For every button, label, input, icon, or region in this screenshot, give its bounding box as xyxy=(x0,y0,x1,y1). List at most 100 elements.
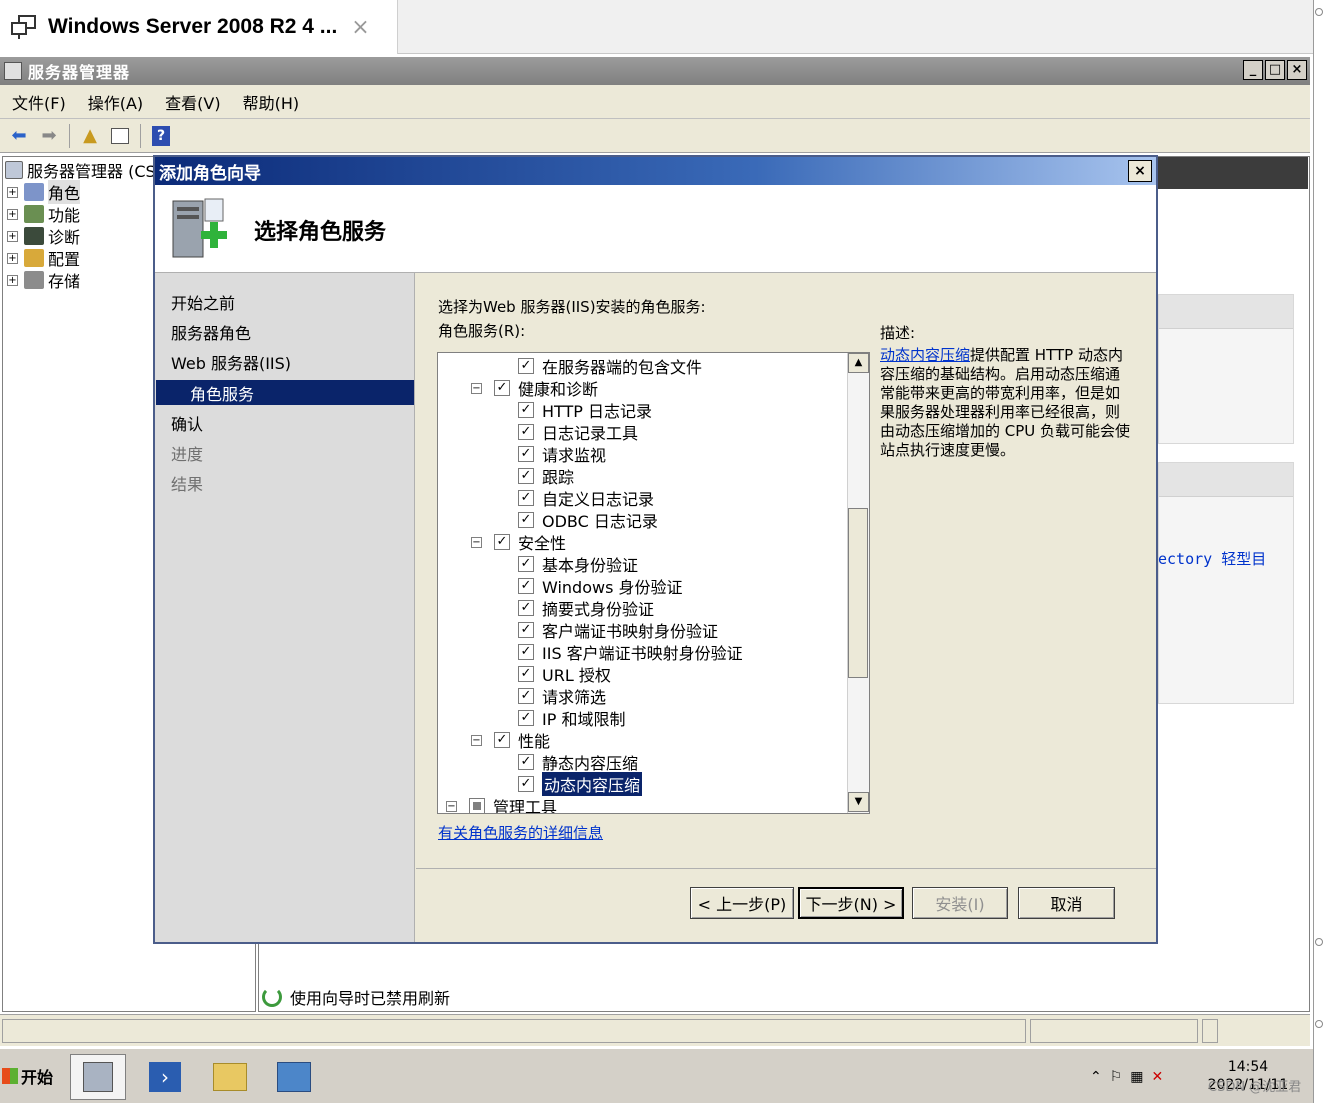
expand-icon[interactable]: + xyxy=(7,208,18,220)
show-hide-tree-icon[interactable] xyxy=(107,123,133,149)
checkbox[interactable]: ✓ xyxy=(518,578,534,594)
expand-icon[interactable]: + xyxy=(7,252,18,264)
taskbar-powershell[interactable]: › xyxy=(137,1054,193,1100)
scroll-thumb[interactable] xyxy=(848,508,868,678)
nav-server-roles[interactable]: 服务器角色 xyxy=(171,320,251,344)
checkbox[interactable]: ✓ xyxy=(518,424,534,440)
network-icon[interactable]: ▦ xyxy=(1130,1069,1143,1085)
taskbar-explorer[interactable] xyxy=(202,1054,258,1100)
status-panel xyxy=(1030,1019,1198,1043)
tray-expand-icon[interactable]: ⌃ xyxy=(1090,1069,1102,1085)
volume-muted-icon[interactable]: ✕ xyxy=(1152,1069,1164,1085)
checkbox[interactable]: ✓ xyxy=(518,446,534,462)
checkbox[interactable]: ✓ xyxy=(518,600,534,616)
up-folder-icon[interactable]: ▲ xyxy=(77,123,103,149)
expand-icon[interactable]: + xyxy=(7,274,18,286)
tree-item-configuration[interactable]: + 配置 xyxy=(7,247,80,269)
checkbox[interactable]: ✓ xyxy=(518,666,534,682)
tree-item-features[interactable]: + 功能 xyxy=(7,203,80,225)
previous-button[interactable]: < 上一步(P) xyxy=(690,887,794,919)
cancel-button[interactable]: 取消 xyxy=(1018,887,1115,919)
list-item[interactable]: ✓ 请求筛选 xyxy=(518,685,606,707)
nav-role-services[interactable]: 角色服务 xyxy=(190,381,254,405)
window-close-button[interactable]: × xyxy=(1287,60,1307,80)
list-item[interactable]: ✓ IP 和域限制 xyxy=(518,707,625,729)
back-arrow-icon[interactable]: ⬅ xyxy=(6,123,32,149)
collapse-icon[interactable]: − xyxy=(471,734,482,746)
checkbox[interactable]: ✓ xyxy=(518,512,534,528)
role-services-list[interactable]: ✓ 在服务器端的包含文件 − ✓ 健康和诊断 ✓ HTTP 日志记录 ✓ 日志记录工具 ✓ 请求监视… xyxy=(437,352,870,814)
menu-view[interactable]: 查看(V) xyxy=(165,90,220,114)
expand-icon[interactable]: + xyxy=(7,186,18,198)
list-item[interactable]: − 管理工具 xyxy=(446,795,557,813)
next-button[interactable]: 下一步(N) > xyxy=(798,887,904,919)
checkbox[interactable]: ✓ xyxy=(518,622,534,638)
checkbox[interactable]: ✓ xyxy=(518,688,534,704)
list-item[interactable]: ✓ 跟踪 xyxy=(518,465,574,487)
list-item[interactable]: ✓ IIS 客户端证书映射身份验证 xyxy=(518,641,743,663)
checkbox[interactable]: ✓ xyxy=(494,380,510,396)
checkbox[interactable]: ✓ xyxy=(518,710,534,726)
list-item[interactable]: ✓ 摘要式身份验证 xyxy=(518,597,654,619)
checkbox[interactable]: ✓ xyxy=(518,490,534,506)
list-item[interactable]: ✓ 在服务器端的包含文件 xyxy=(518,355,702,377)
list-item[interactable]: ✓ Windows 身份验证 xyxy=(518,575,683,597)
start-button[interactable]: 开始 xyxy=(0,1052,58,1100)
checkbox[interactable]: ✓ xyxy=(518,358,534,374)
list-item[interactable]: ✓ 请求监视 xyxy=(518,443,606,465)
list-item[interactable]: − ✓ 健康和诊断 xyxy=(471,377,598,399)
scroll-down-icon[interactable]: ▼ xyxy=(848,792,869,812)
checkbox[interactable]: ✓ xyxy=(494,732,510,748)
tree-item-storage[interactable]: + 存储 xyxy=(7,269,80,291)
help-icon[interactable]: ? xyxy=(148,123,174,149)
list-item[interactable]: ✓ HTTP 日志记录 xyxy=(518,399,652,421)
taskbar-server-manager[interactable] xyxy=(70,1054,126,1100)
expand-icon[interactable]: + xyxy=(7,230,18,242)
list-item-label: 健康和诊断 xyxy=(518,380,599,399)
maximize-button[interactable]: □ xyxy=(1265,60,1285,80)
checkbox[interactable]: ✓ xyxy=(518,776,534,792)
menu-action[interactable]: 操作(A) xyxy=(88,90,143,114)
menu-help[interactable]: 帮助(H) xyxy=(243,90,300,114)
list-item[interactable]: − ✓ 性能 xyxy=(471,729,550,751)
list-item[interactable]: ✓ URL 授权 xyxy=(518,663,611,685)
remote-session-tab[interactable]: Windows Server 2008 R2 4 ... × xyxy=(0,0,398,54)
checkbox[interactable]: ✓ xyxy=(518,402,534,418)
minimize-button[interactable]: _ xyxy=(1243,60,1263,80)
tree-item-diagnostics[interactable]: + 诊断 xyxy=(7,225,80,247)
list-item[interactable]: ✓ ODBC 日志记录 xyxy=(518,509,658,531)
checkbox[interactable]: ✓ xyxy=(518,754,534,770)
taskbar-control-panel[interactable] xyxy=(266,1054,322,1100)
menu-file[interactable]: 文件(F) xyxy=(12,90,66,114)
list-item[interactable]: ✓ 客户端证书映射身份验证 xyxy=(518,619,718,641)
ad-lightweight-link[interactable]: ectory 轻型目 xyxy=(1158,548,1266,569)
right-edge-strip xyxy=(1313,0,1323,1103)
flag-icon[interactable]: ⚐ xyxy=(1110,1069,1123,1085)
forward-arrow-icon[interactable]: ➡ xyxy=(36,123,62,149)
collapse-icon[interactable]: − xyxy=(471,382,482,394)
checkbox[interactable]: ✓ xyxy=(518,468,534,484)
tree-root[interactable]: 服务器管理器 (CS xyxy=(5,159,156,181)
nav-confirmation[interactable]: 确认 xyxy=(171,411,203,435)
list-item-label: IIS 客户端证书映射身份验证 xyxy=(542,644,743,663)
collapse-icon[interactable]: − xyxy=(471,536,482,548)
list-item[interactable]: ✓ 静态内容压缩 xyxy=(518,751,638,773)
list-item[interactable]: − ✓ 安全性 xyxy=(471,531,566,553)
nav-before-you-begin[interactable]: 开始之前 xyxy=(171,290,235,314)
nav-web-server-iis[interactable]: Web 服务器(IIS) xyxy=(171,350,291,374)
description-link[interactable]: 动态内容压缩 xyxy=(880,346,970,364)
checkbox[interactable]: ✓ xyxy=(518,644,534,660)
wizard-close-button[interactable]: × xyxy=(1128,160,1152,182)
list-item[interactable]: ✓ 动态内容压缩 xyxy=(518,772,643,796)
tab-close-icon[interactable]: × xyxy=(351,15,369,40)
tree-item-roles[interactable]: + 角色 xyxy=(7,180,81,204)
scroll-up-icon[interactable]: ▲ xyxy=(848,353,869,373)
more-info-link[interactable]: 有关角色服务的详细信息 xyxy=(438,822,603,843)
checkbox[interactable]: ✓ xyxy=(494,534,510,550)
list-item[interactable]: ✓ 日志记录工具 xyxy=(518,421,638,443)
list-item[interactable]: ✓ 自定义日志记录 xyxy=(518,487,654,509)
collapse-icon[interactable]: − xyxy=(446,800,457,812)
checkbox[interactable] xyxy=(469,798,485,813)
checkbox[interactable]: ✓ xyxy=(518,556,534,572)
list-item[interactable]: ✓ 基本身份验证 xyxy=(518,553,638,575)
